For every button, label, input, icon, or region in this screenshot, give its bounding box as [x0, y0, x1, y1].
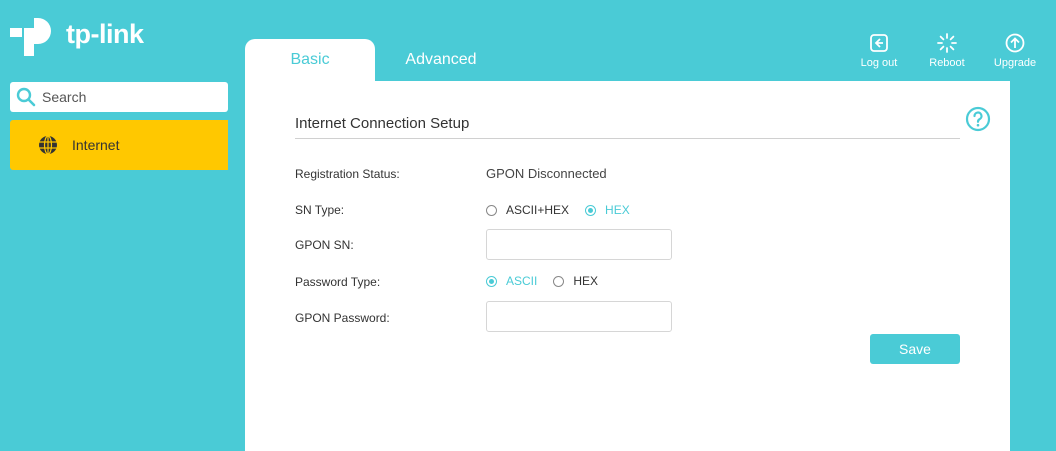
sidebar-item-internet[interactable]: Internet	[10, 120, 228, 170]
reboot-icon	[937, 33, 957, 53]
radio-circle	[553, 275, 565, 287]
radio-label: ASCII+HEX	[506, 203, 570, 217]
gpon-password-label: GPON Password:	[295, 311, 390, 325]
radio-label: HEX	[605, 203, 630, 217]
gpon-password-input[interactable]	[486, 301, 672, 332]
gpon-sn-label: GPON SN:	[295, 238, 354, 252]
sn-type-label: SN Type:	[295, 203, 345, 217]
help-icon	[965, 106, 991, 132]
registration-status-label: Registration Status:	[295, 167, 400, 181]
logout-icon	[870, 34, 888, 52]
help-button[interactable]	[965, 106, 991, 137]
password-type-radio-hex[interactable]: HEX	[553, 274, 598, 288]
logout-button[interactable]: Log out	[852, 33, 906, 69]
radio-circle	[585, 204, 597, 216]
sn-type-radio-group: ASCII+HEX HEX	[486, 203, 646, 217]
radio-circle	[486, 204, 497, 216]
search-icon	[16, 87, 36, 107]
reboot-button[interactable]: Reboot	[920, 33, 974, 69]
tab-basic[interactable]: Basic	[245, 39, 375, 81]
sn-type-radio-hex[interactable]: HEX	[585, 203, 630, 217]
save-button[interactable]: Save	[870, 334, 960, 364]
gpon-sn-input[interactable]	[486, 229, 672, 260]
brand-name: tp-link	[66, 18, 144, 49]
upgrade-button[interactable]: Upgrade	[988, 33, 1042, 69]
reboot-label: Reboot	[929, 57, 965, 69]
sn-type-radio-ascii-hex[interactable]: ASCII+HEX	[486, 203, 569, 217]
upgrade-icon	[1005, 33, 1025, 53]
upgrade-label: Upgrade	[993, 57, 1037, 69]
radio-label: ASCII	[506, 274, 538, 288]
tab-advanced[interactable]: Advanced	[376, 39, 506, 81]
tp-link-logo: tp-link	[10, 12, 144, 56]
logout-label: Log out	[860, 57, 898, 69]
main-panel: Internet Connection Setup Registration S…	[245, 81, 1010, 451]
password-type-label: Password Type:	[295, 275, 381, 289]
search-box[interactable]	[10, 82, 228, 112]
registration-status-value: GPON Disconnected	[486, 166, 607, 181]
password-type-radio-ascii[interactable]: ASCII	[486, 274, 537, 288]
radio-label: HEX	[573, 274, 599, 288]
sidebar-item-label: Internet	[72, 137, 120, 153]
section-title: Internet Connection Setup	[295, 115, 960, 139]
globe-icon	[39, 135, 57, 155]
password-type-radio-group: ASCII HEX	[486, 274, 614, 288]
search-input[interactable]	[42, 89, 212, 105]
radio-circle	[486, 275, 497, 287]
tp-link-logo-icon	[10, 18, 51, 56]
